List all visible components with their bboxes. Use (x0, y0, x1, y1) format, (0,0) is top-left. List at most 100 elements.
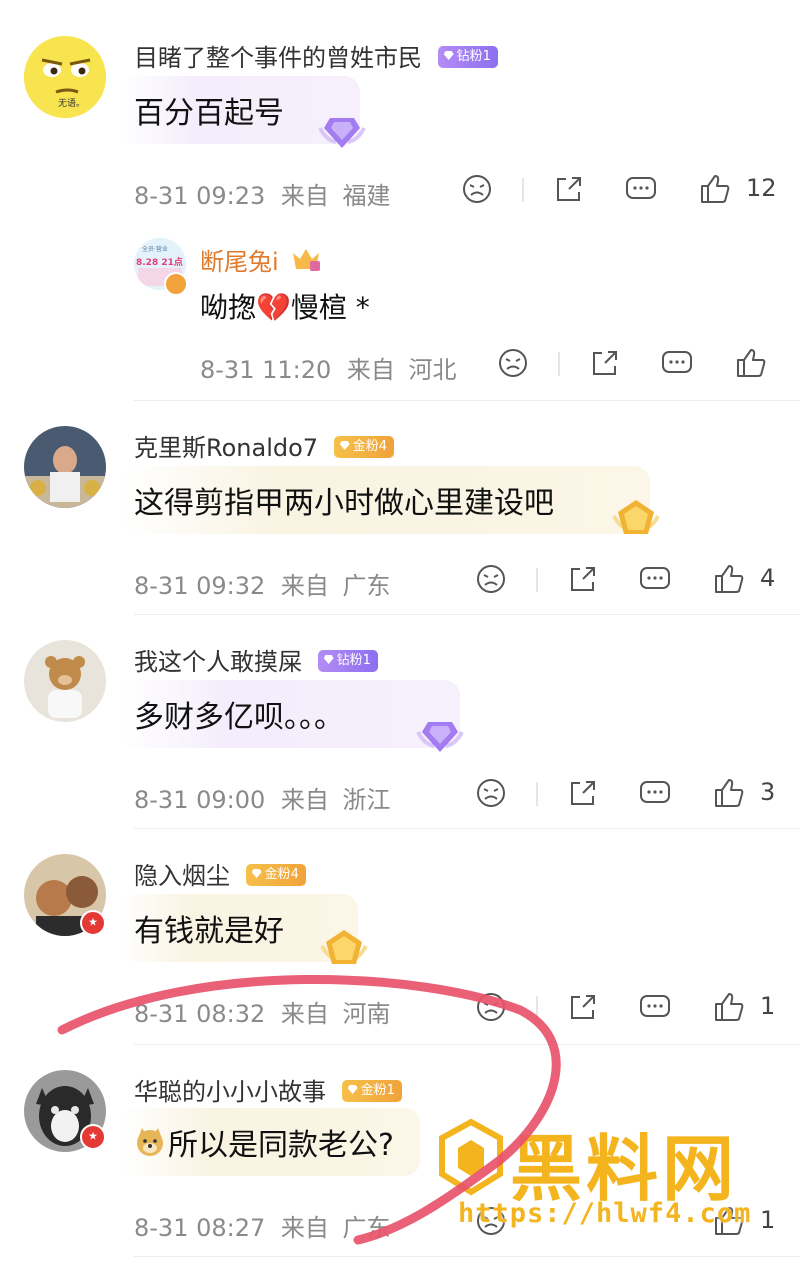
comment-meta: 8-31 09:23 来自 福建 (134, 176, 391, 211)
comment-icon[interactable] (660, 346, 694, 380)
reply-username-text: 断尾兔i (200, 248, 279, 276)
comment-username[interactable]: 华聪的小小小故事 金粉1 (134, 1072, 402, 1107)
thumbs-up-icon[interactable] (712, 562, 746, 596)
thumbs-up-icon[interactable] (712, 990, 746, 1024)
avatar[interactable] (24, 426, 106, 508)
comment-content[interactable]: 多财多亿呗。。。 (134, 692, 344, 736)
divider (522, 178, 524, 202)
reply-time: 8-31 11:20 (200, 356, 332, 384)
gem-icon (251, 869, 262, 878)
comment-icon[interactable] (638, 990, 672, 1024)
comment-username[interactable]: 隐入烟尘 金粉4 (134, 856, 306, 891)
gem-icon (339, 441, 350, 450)
thumbs-up-icon[interactable] (698, 172, 732, 206)
comment-username[interactable]: 克里斯Ronaldo7 金粉4 (134, 428, 394, 463)
fan-badge: 金粉1 (341, 1080, 402, 1102)
watermark-url: https://hlwf4.com (458, 1198, 752, 1229)
from-label: 来自 (280, 786, 329, 814)
fan-badge: 金粉4 (333, 436, 394, 458)
comment-username[interactable]: 我这个人敢摸屎 钻粉1 (134, 642, 378, 677)
comment-actions: 1 (474, 990, 794, 1026)
comment-actions: 3 (474, 776, 794, 812)
divider (536, 782, 538, 806)
from-label: 来自 (280, 1000, 329, 1028)
comment-location: 河南 (342, 1000, 391, 1028)
sad-face-icon[interactable] (474, 990, 508, 1024)
username-text: 华聪的小小小故事 (134, 1078, 326, 1106)
like-count: 1 (760, 992, 776, 1020)
comment-time: 8-31 08:27 (134, 1214, 266, 1242)
comment-username[interactable]: 目睹了整个事件的曾姓市民 钻粉1 (134, 38, 498, 73)
from-label: 来自 (280, 182, 329, 210)
comment-content[interactable]: 这得剪指甲两小时做心里建设吧 (134, 478, 554, 522)
sad-face-icon[interactable] (474, 776, 508, 810)
comment-content[interactable]: 百分百起号 (134, 88, 284, 132)
comment-time: 8-31 08:32 (134, 1000, 266, 1028)
comment-content[interactable]: 所以是同款老公? (168, 1120, 394, 1164)
avatar[interactable]: 无语。 (24, 36, 106, 118)
reply-content[interactable]: 呦揔💔慢楦 * (200, 286, 370, 326)
from-label: 来自 (280, 1214, 329, 1242)
sad-face-icon[interactable] (460, 172, 494, 206)
comment-time: 8-31 09:32 (134, 572, 266, 600)
comment-divider (134, 1044, 800, 1045)
comment-divider (134, 1256, 800, 1257)
fan-badge-label: 钻粉1 (456, 49, 491, 64)
watermark-logo: 黑料网 (436, 1114, 766, 1211)
comment-actions: 4 (474, 562, 794, 598)
comment-location: 广东 (342, 572, 391, 600)
gem-icon (443, 51, 454, 60)
share-icon[interactable] (566, 562, 600, 596)
comment-divider (134, 614, 800, 615)
share-icon[interactable] (588, 346, 622, 380)
comment-time: 8-31 09:00 (134, 786, 266, 814)
share-icon[interactable] (566, 990, 600, 1024)
sad-face-icon[interactable] (474, 562, 508, 596)
doge-emoji-icon (137, 1128, 163, 1156)
fan-badge: 金粉4 (245, 864, 306, 886)
username-text: 目睹了整个事件的曾姓市民 (134, 44, 422, 72)
share-icon[interactable] (552, 172, 586, 206)
thumbs-up-icon[interactable] (734, 346, 768, 380)
comment-meta: 8-31 08:27 来自 广东 (134, 1208, 391, 1243)
fan-badge: 钻粉1 (317, 650, 378, 672)
divider (558, 352, 560, 376)
username-text: 克里斯Ronaldo7 (134, 434, 319, 462)
avatar[interactable] (24, 640, 106, 722)
diamond-fan-emblem-icon (318, 118, 366, 148)
fan-badge-label: 金粉4 (264, 867, 299, 882)
reply-username[interactable]: 断尾兔i (200, 242, 322, 278)
comment-meta: 8-31 08:32 来自 河南 (134, 994, 391, 1029)
fan-badge-label: 金粉4 (352, 439, 387, 454)
username-text: 我这个人敢摸屎 (134, 648, 302, 676)
comment-icon[interactable] (624, 172, 658, 206)
comment-icon[interactable] (638, 776, 672, 810)
comment-location: 福建 (342, 182, 391, 210)
comment-divider (134, 400, 800, 401)
comment-meta: 8-31 09:00 来自 浙江 (134, 780, 391, 815)
comment-content[interactable]: 有钱就是好 (134, 906, 284, 950)
comment-meta: 8-31 09:32 来自 广东 (134, 566, 391, 601)
sad-face-icon[interactable] (496, 346, 530, 380)
comment-location: 广东 (342, 1214, 391, 1242)
divider (536, 996, 538, 1020)
gold-fan-emblem-icon (612, 500, 660, 534)
watermark-emblem-icon (439, 1118, 503, 1196)
diamond-fan-emblem-icon (416, 722, 464, 752)
fan-badge-label: 金粉1 (360, 1083, 395, 1098)
gem-icon (323, 655, 334, 664)
comment-time: 8-31 09:23 (134, 182, 266, 210)
from-label: 来自 (346, 356, 395, 384)
verified-badge (164, 272, 188, 296)
like-count: 12 (746, 174, 777, 202)
verified-badge-icon (80, 1124, 106, 1150)
from-label: 来自 (280, 572, 329, 600)
like-count: 3 (760, 778, 776, 806)
username-text: 隐入烟尘 (134, 862, 230, 890)
thumbs-up-icon[interactable] (712, 776, 746, 810)
comment-divider (134, 828, 800, 829)
share-icon[interactable] (566, 776, 600, 810)
reply-actions (496, 346, 786, 382)
like-count: 4 (760, 564, 776, 592)
comment-icon[interactable] (638, 562, 672, 596)
